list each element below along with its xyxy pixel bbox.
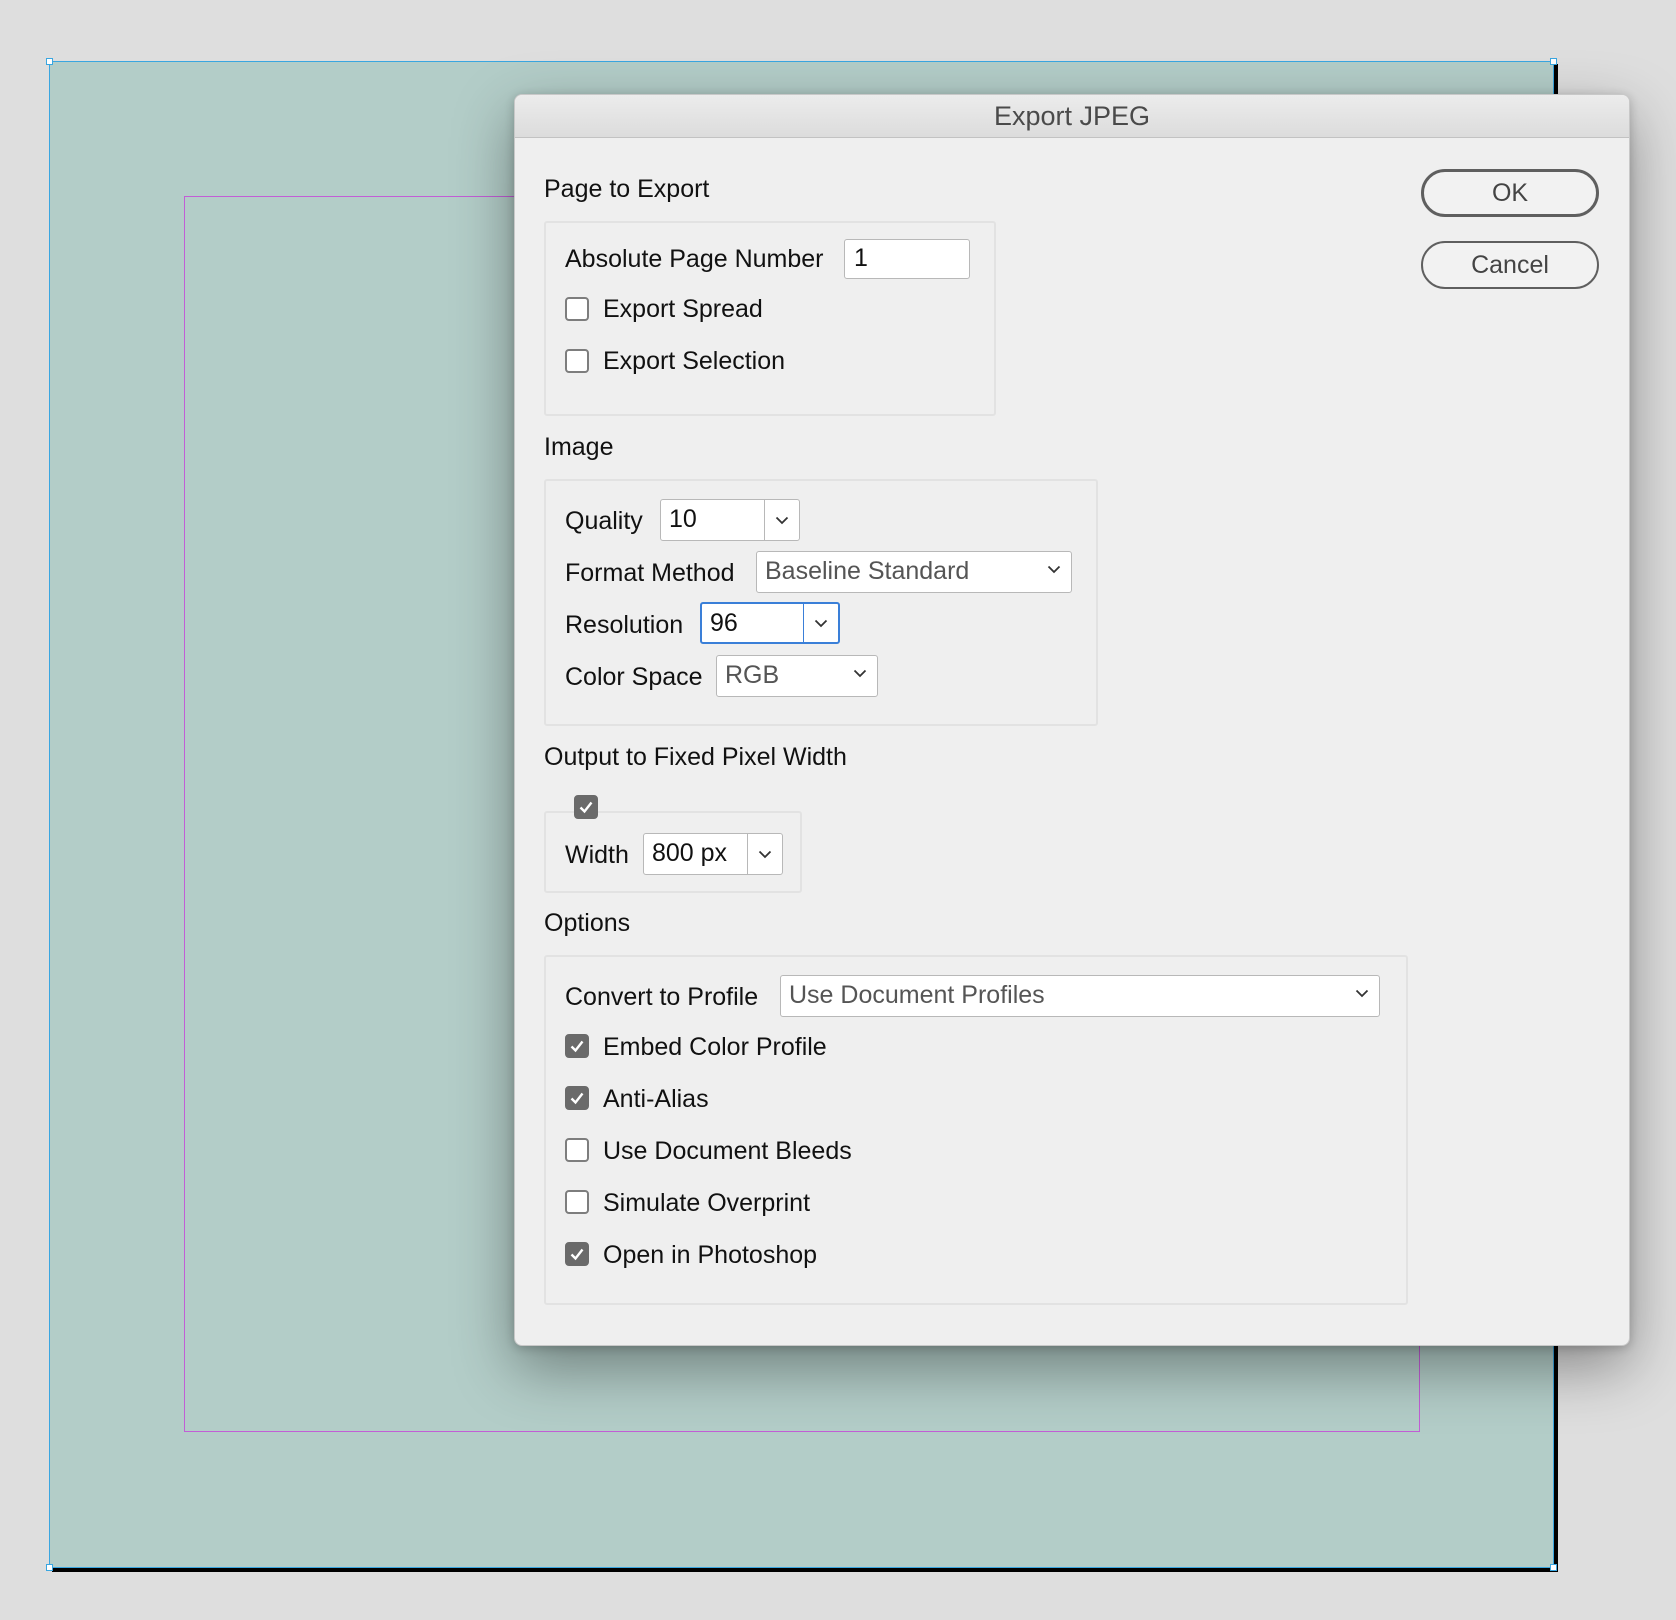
ok-button[interactable]: OK xyxy=(1421,169,1599,217)
embed-color-profile-label: Embed Color Profile xyxy=(603,1033,827,1061)
width-dropdown-button[interactable] xyxy=(747,834,782,874)
options-group: Convert to Profile Use Document Profiles… xyxy=(544,955,1408,1305)
width-label: Width xyxy=(565,841,629,869)
absolute-page-number-label: Absolute Page Number xyxy=(565,245,824,273)
embed-color-profile-checkbox[interactable] xyxy=(565,1034,589,1058)
section-title-fixed-pixel-width: Output to Fixed Pixel Width xyxy=(544,743,847,771)
chevron-down-icon xyxy=(1047,565,1061,574)
quality-dropdown-button[interactable] xyxy=(764,500,799,540)
resolution-dropdown-button[interactable] xyxy=(803,604,838,642)
convert-to-profile-value: Use Document Profiles xyxy=(789,981,1045,1009)
width-value[interactable]: 800 px xyxy=(644,834,747,874)
export-spread-label: Export Spread xyxy=(603,295,763,323)
open-in-photoshop-checkbox[interactable] xyxy=(565,1242,589,1266)
format-method-select[interactable]: Baseline Standard xyxy=(756,551,1072,593)
checkmark-icon xyxy=(570,1248,584,1261)
resolution-label: Resolution xyxy=(565,611,684,639)
selection-handle-bottom-left[interactable] xyxy=(46,1564,53,1571)
chevron-down-icon xyxy=(758,850,772,858)
anti-alias-label: Anti-Alias xyxy=(603,1085,709,1113)
chevron-down-icon xyxy=(775,516,789,524)
format-method-value: Baseline Standard xyxy=(765,557,970,585)
section-title-options: Options xyxy=(544,909,631,937)
fixed-width-group: Width 800 px xyxy=(544,795,802,893)
fixed-width-enable-checkbox[interactable] xyxy=(574,795,598,819)
export-selection-checkbox[interactable] xyxy=(565,349,589,373)
checkmark-icon xyxy=(570,1040,584,1053)
export-selection-label: Export Selection xyxy=(603,347,786,375)
simulate-overprint-label: Simulate Overprint xyxy=(603,1189,811,1217)
use-document-bleeds-checkbox[interactable] xyxy=(565,1138,589,1162)
use-document-bleeds-label: Use Document Bleeds xyxy=(603,1137,852,1165)
quality-label: Quality xyxy=(565,507,643,535)
image-group: Quality 10 Format Method Baseline Standa… xyxy=(544,479,1098,726)
resolution-combo[interactable]: 96 xyxy=(700,602,840,644)
checkmark-icon xyxy=(570,1092,584,1105)
cancel-button[interactable]: Cancel xyxy=(1421,241,1599,289)
selection-handle-top-left[interactable] xyxy=(46,58,53,65)
chevron-down-icon xyxy=(1355,989,1369,998)
color-space-value: RGB xyxy=(725,661,780,689)
quality-value[interactable]: 10 xyxy=(661,500,764,540)
page-to-export-group: Absolute Page Number 1 Export Spread Exp… xyxy=(544,221,996,416)
chevron-down-icon xyxy=(853,669,867,678)
quality-combo[interactable]: 10 xyxy=(660,499,800,541)
anti-alias-checkbox[interactable] xyxy=(565,1086,589,1110)
selection-handle-top-right[interactable] xyxy=(1550,58,1557,65)
section-title-page-to-export: Page to Export xyxy=(544,175,710,203)
color-space-select[interactable]: RGB xyxy=(716,655,878,697)
export-spread-checkbox[interactable] xyxy=(565,297,589,321)
resolution-value[interactable]: 96 xyxy=(702,604,803,642)
color-space-label: Color Space xyxy=(565,663,703,691)
format-method-label: Format Method xyxy=(565,559,735,587)
checkmark-icon xyxy=(579,801,593,814)
open-in-photoshop-label: Open in Photoshop xyxy=(603,1241,818,1269)
chevron-down-icon xyxy=(814,619,828,627)
dialog-title: Export JPEG xyxy=(515,95,1629,138)
export-jpeg-dialog: Export JPEG Page to Export Absolute Page… xyxy=(514,94,1630,1346)
convert-to-profile-select[interactable]: Use Document Profiles xyxy=(780,975,1380,1017)
selection-handle-bottom-right[interactable] xyxy=(1550,1564,1557,1571)
width-combo[interactable]: 800 px xyxy=(643,833,783,875)
simulate-overprint-checkbox[interactable] xyxy=(565,1190,589,1214)
absolute-page-number-field[interactable]: 1 xyxy=(844,239,970,279)
section-title-image: Image xyxy=(544,433,614,461)
convert-to-profile-label: Convert to Profile xyxy=(565,983,759,1011)
